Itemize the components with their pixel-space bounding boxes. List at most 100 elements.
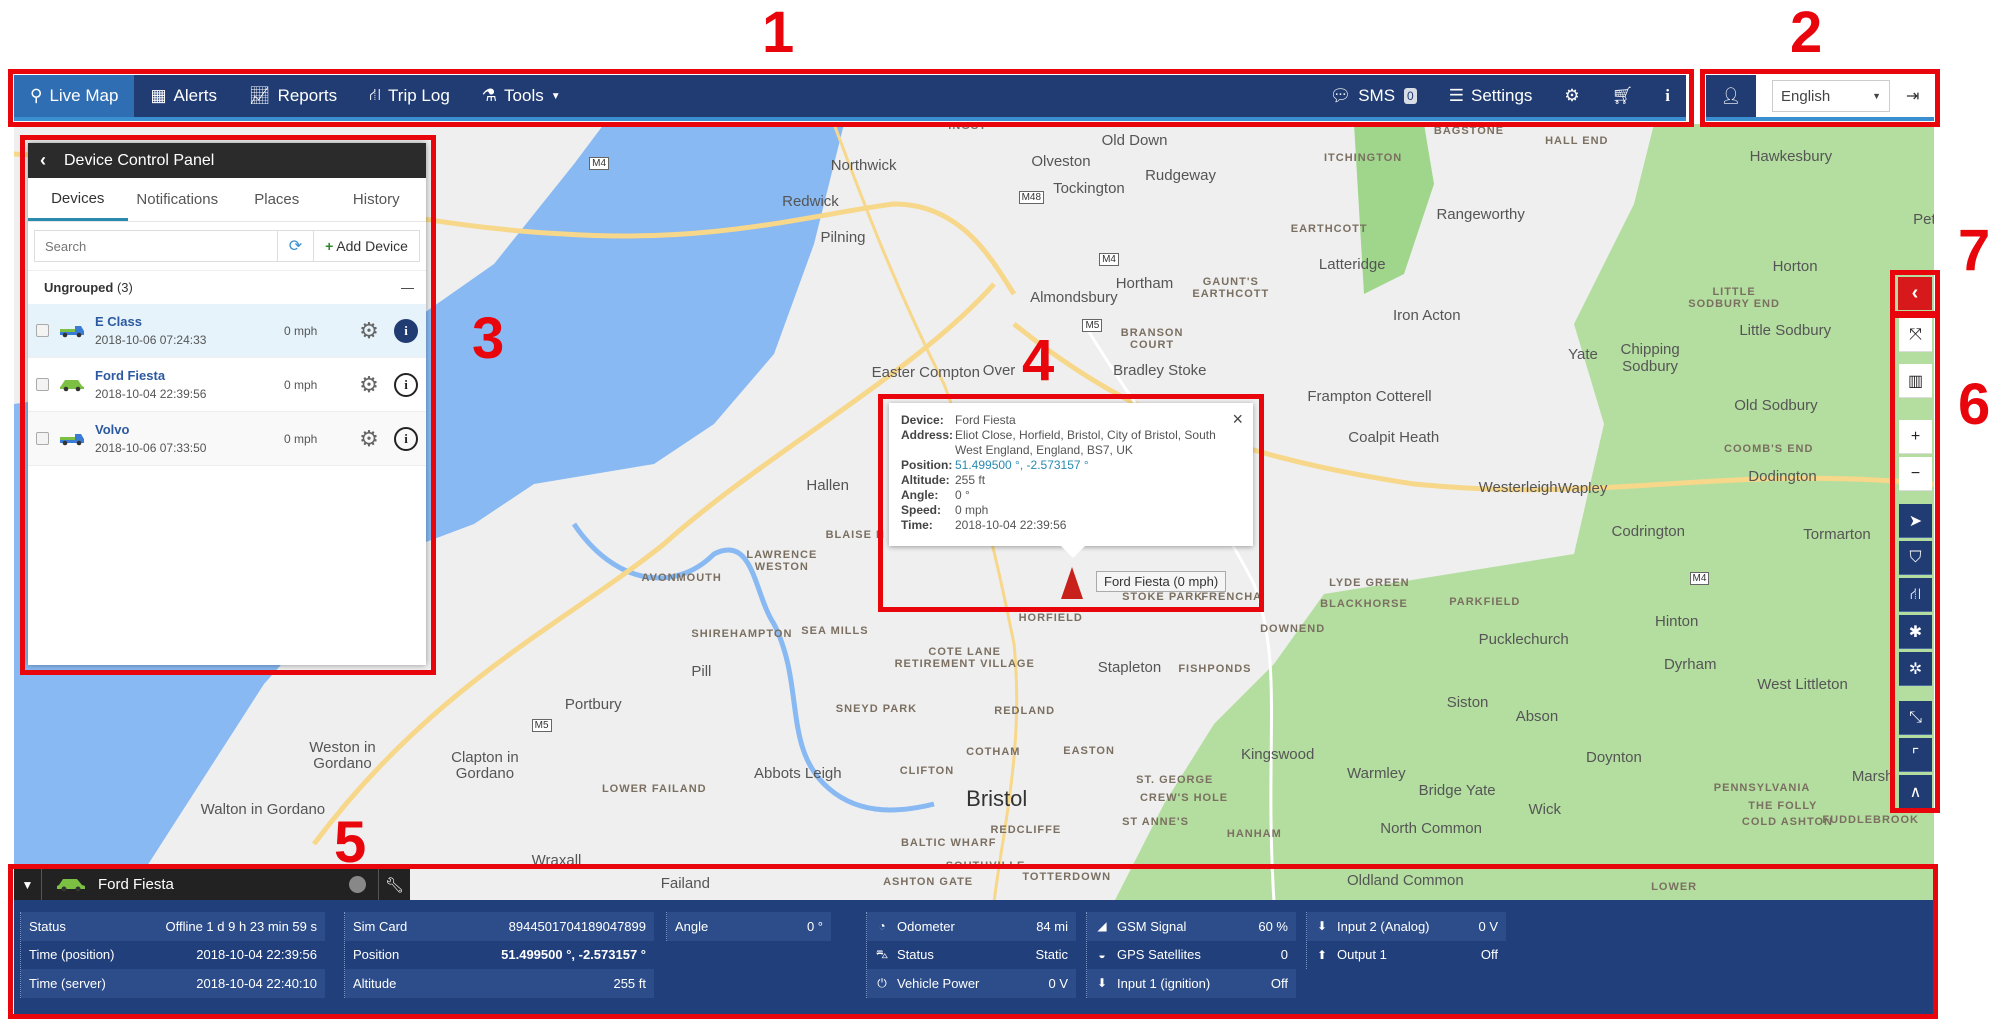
car-icon	[57, 879, 85, 892]
popup-key: Angle:	[901, 488, 939, 502]
status-dot	[349, 876, 366, 893]
nav-trip-log[interactable]: ⛙ Trip Log	[353, 75, 466, 117]
device-checkbox[interactable]	[36, 324, 49, 337]
road-icon: ⛙	[369, 85, 382, 104]
popup-value[interactable]: 51.499500 °, -2.573157 °	[955, 458, 1089, 473]
add-device-button[interactable]: + Add Device	[313, 231, 419, 261]
user-button[interactable]: 👤︎	[1706, 75, 1756, 117]
tab-notifications[interactable]: Notifications	[128, 178, 228, 221]
chevron-up-button[interactable]: ∧	[1899, 775, 1932, 809]
tab-history[interactable]: History	[327, 178, 427, 221]
group-ungrouped[interactable]: Ungrouped (3) —	[28, 270, 426, 304]
device-checkbox[interactable]	[36, 378, 49, 391]
group-count: (3)	[116, 280, 133, 295]
shield-check-button[interactable]: ⛉	[1899, 541, 1932, 575]
device-name[interactable]: E Class	[95, 313, 284, 331]
road-icon: ⛙	[1909, 585, 1922, 603]
detail-label-text: Sim Card	[353, 918, 408, 934]
location-arrow-button[interactable]: ➤	[1899, 504, 1932, 538]
map-place-label: Wapley	[1557, 480, 1608, 498]
wrench-icon: 🔧︎	[384, 876, 405, 894]
detail-label: Position	[353, 947, 399, 962]
nav-sms[interactable]: 💬︎ SMS 0	[1314, 75, 1433, 117]
annotation-4: 4	[1022, 328, 1055, 393]
sliders-icon: ☰	[1448, 86, 1464, 105]
map-place-label: Bristol	[966, 785, 1028, 811]
detail-label: ⛍ Status	[875, 947, 934, 963]
gear-icon[interactable]: ⚙	[354, 372, 384, 398]
nav-cogs[interactable]: ⚙	[1548, 75, 1595, 117]
zoom-out-button[interactable]: −	[1899, 457, 1932, 491]
detail-column: ◔ Odometer 84 mi ⛍ Status Static ⏻ Vehicle Powe…	[866, 912, 1076, 998]
detail-value: 84 mi	[1036, 918, 1068, 934]
info-icon[interactable]: i	[394, 372, 418, 397]
popup-row: Address: Eliot Close, Horfield, Bristol, …	[901, 428, 1241, 458]
map-place-label: Dyrham	[1663, 655, 1717, 673]
logout-button[interactable]: ⇥	[1906, 86, 1919, 106]
device-time: 2018-10-04 22:39:56	[95, 386, 207, 401]
map-place-label: Pucklechurch	[1478, 631, 1569, 649]
nav-info[interactable]: i	[1649, 75, 1686, 117]
detail-row: ⬆ Output 1 Off	[1307, 941, 1506, 970]
nav-tools[interactable]: ⚗ Tools ▼	[466, 75, 577, 117]
wrench-button[interactable]: 🔧︎	[378, 869, 410, 900]
collapse-bottom-button[interactable]: ▼	[14, 869, 42, 900]
nav-live-map[interactable]: ⚲ Live Map	[14, 75, 135, 117]
toolbar-collapse-button[interactable]: ‹	[1898, 277, 1932, 310]
tab-places[interactable]: Places	[227, 178, 327, 221]
device-row[interactable]: E Class 2018-10-06 07:24:33 0 mph ⚙ i	[28, 304, 426, 358]
asterisk-button[interactable]: ✱	[1899, 615, 1932, 649]
detail-value: 255 ft	[613, 975, 646, 991]
detail-row: Sim Card 8944501704189047899	[345, 912, 654, 941]
refresh-button[interactable]: ⟳	[277, 231, 313, 261]
close-icon[interactable]: ×	[1232, 409, 1243, 430]
device-name[interactable]: Ford Fiesta	[95, 367, 284, 385]
device-checkbox[interactable]	[36, 432, 49, 445]
popup-row: Speed: 0 mph	[901, 503, 1241, 518]
device-row[interactable]: Ford Fiesta 2018-10-04 22:39:56 0 mph ⚙ i	[28, 358, 426, 412]
map-place-label: Wraxall	[531, 852, 582, 870]
sms-badge: 0	[1404, 88, 1417, 104]
chevron-left-icon[interactable]: ‹	[40, 150, 46, 171]
language-select[interactable]: English ▼	[1772, 80, 1890, 112]
fullscreen-button[interactable]: ⤧	[1899, 318, 1932, 352]
zoom-in-button[interactable]: +	[1899, 420, 1932, 454]
nav-alerts[interactable]: ▦ Alerts	[134, 75, 233, 117]
nav-reports[interactable]: 📈︎ Reports	[233, 75, 353, 117]
gear-icon[interactable]: ⚙	[354, 318, 384, 344]
ruler-button[interactable]: ⌜	[1899, 738, 1932, 772]
map-district-label: EARTHCOTT	[1290, 223, 1368, 236]
popup-value: Eliot Close, Horfield, Bristol, City of …	[955, 428, 1216, 457]
map-place-label: Easter Compton	[871, 364, 980, 382]
refresh-icon: ⟳	[288, 238, 303, 255]
info-icon[interactable]: i	[394, 426, 418, 451]
map-layers-button[interactable]: ▥	[1899, 364, 1932, 398]
tab-devices[interactable]: Devices	[28, 178, 128, 221]
detail-label-text: Altitude	[353, 975, 397, 991]
gear-icon[interactable]: ⚙	[354, 426, 384, 452]
shield-check-icon: ⛉	[1909, 548, 1922, 566]
map-district-label: EASTON	[1063, 744, 1115, 757]
fit-bounds-button[interactable]: ⤡	[1899, 701, 1932, 735]
arrow-circle-up-icon: ⬆	[1316, 947, 1328, 962]
vehicle-marker-arrow-icon[interactable]	[1061, 567, 1083, 599]
nav-settings[interactable]: ☰ Settings	[1433, 75, 1549, 117]
annotation-6: 6	[1958, 372, 1991, 437]
location-arrow-icon: ➤	[1908, 512, 1923, 530]
device-search-input[interactable]	[35, 231, 277, 261]
detail-value: 2018-10-04 22:39:56	[196, 947, 317, 963]
panel-header: ‹ Device Control Panel	[28, 143, 426, 178]
device-row[interactable]: Volvo 2018-10-06 07:33:50 0 mph ⚙ i	[28, 412, 426, 466]
device-name[interactable]: Volvo	[95, 421, 284, 439]
info-icon[interactable]: i	[394, 318, 418, 343]
detail-row: Time (server) 2018-10-04 22:40:10	[21, 969, 325, 998]
popup-row: Angle: 0 °	[901, 488, 1241, 503]
cluster-button[interactable]: ✲	[1899, 652, 1932, 686]
popup-value: 0 mph	[955, 503, 989, 517]
nav-cart[interactable]: 🛒︎	[1596, 75, 1650, 117]
chevron-left-icon: ‹	[1911, 282, 1919, 304]
map-district-label: ITCHINGTON	[1324, 151, 1403, 164]
collapse-icon[interactable]: —	[401, 280, 414, 295]
device-speed: 0 mph	[284, 323, 318, 338]
road-button[interactable]: ⛙	[1899, 578, 1932, 612]
